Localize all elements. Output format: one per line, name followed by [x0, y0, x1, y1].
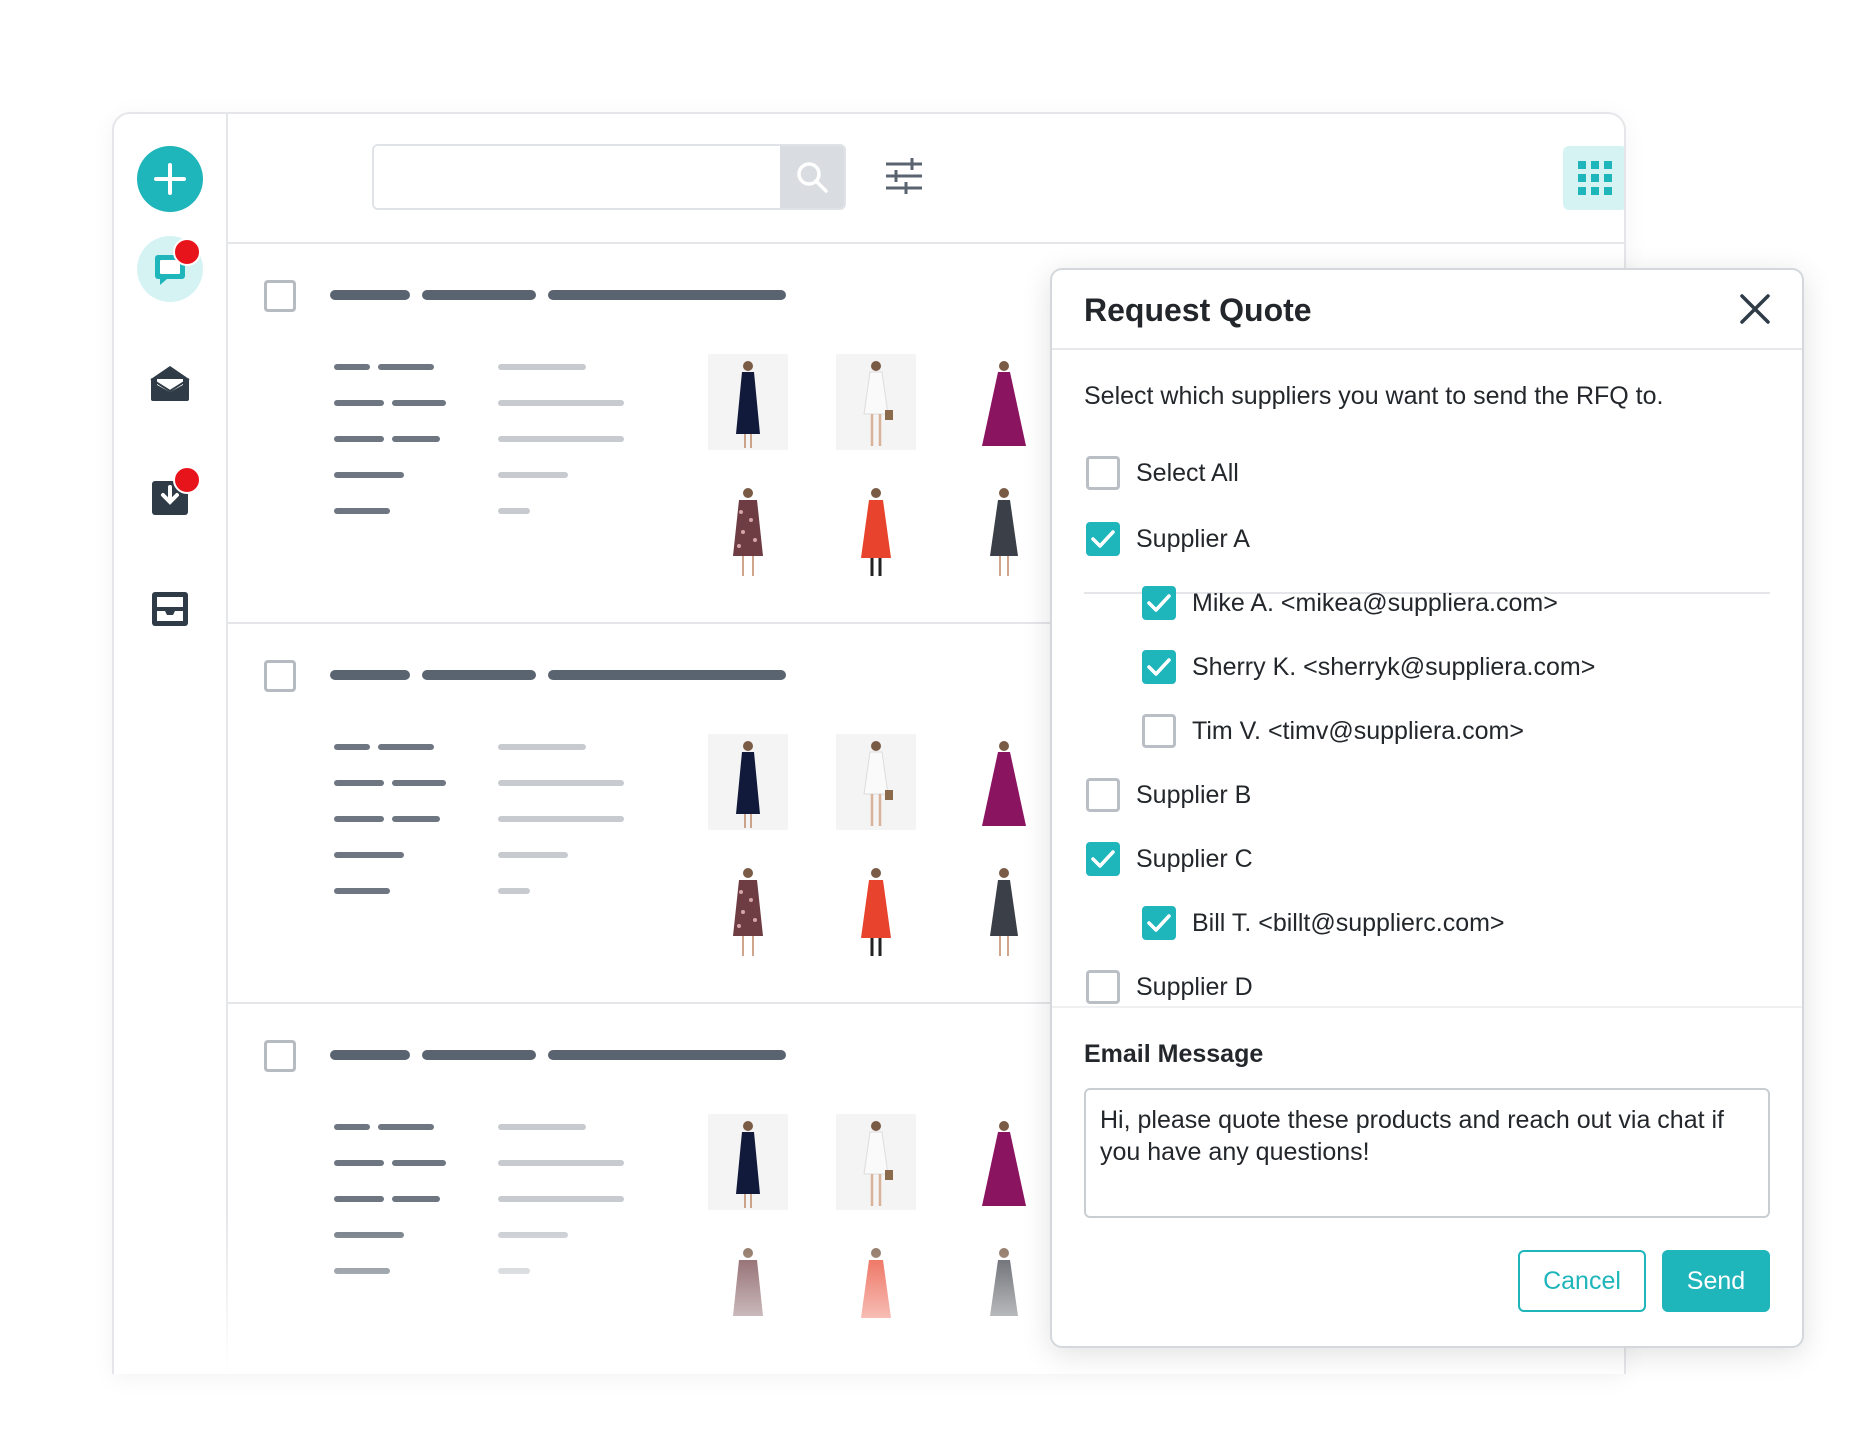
- product-image[interactable]: [708, 734, 788, 830]
- grid-view-icon: [1578, 161, 1612, 195]
- sliders-icon: [886, 158, 922, 194]
- request-quote-dialog: Request Quote Select which suppliers you…: [1050, 268, 1804, 1348]
- supplier-option[interactable]: Supplier B: [1086, 778, 1251, 812]
- contact-label: Mike A. <mikea@suppliera.com>: [1192, 588, 1558, 617]
- cancel-button[interactable]: Cancel: [1518, 1250, 1646, 1312]
- email-message-field[interactable]: Hi, please quote these products and reac…: [1084, 1088, 1770, 1218]
- product-image[interactable]: [836, 1114, 916, 1210]
- checkmark-icon: [1147, 594, 1171, 612]
- product-image[interactable]: [836, 734, 916, 830]
- search-input[interactable]: [374, 146, 774, 208]
- product-image[interactable]: [836, 482, 916, 578]
- contact-checkbox[interactable]: [1142, 714, 1176, 748]
- supplier-checkbox[interactable]: [1086, 522, 1120, 556]
- contact-checkbox[interactable]: [1142, 586, 1176, 620]
- contact-option[interactable]: Sherry K. <sherryk@suppliera.com>: [1142, 650, 1595, 684]
- add-button[interactable]: [137, 146, 203, 212]
- notification-badge: [173, 238, 201, 266]
- contact-label: Tim V. <timv@suppliera.com>: [1192, 716, 1524, 745]
- product-image[interactable]: [964, 354, 1044, 450]
- search-button[interactable]: [780, 146, 844, 208]
- contact-checkbox[interactable]: [1142, 650, 1176, 684]
- contact-label: Sherry K. <sherryk@suppliera.com>: [1192, 652, 1596, 681]
- product-image[interactable]: [964, 862, 1044, 958]
- search-box: [372, 144, 846, 210]
- checkmark-icon: [1091, 530, 1115, 548]
- supplier-list: Select which suppliers you want to send …: [1052, 350, 1802, 1008]
- dialog-intro: Select which suppliers you want to send …: [1084, 382, 1664, 410]
- checkmark-icon: [1147, 658, 1171, 676]
- supplier-checkbox[interactable]: [1086, 778, 1120, 812]
- close-icon: [1740, 294, 1770, 324]
- row-checkbox[interactable]: [264, 660, 296, 692]
- grid-view-button[interactable]: [1563, 146, 1624, 210]
- inbox-icon: [152, 592, 188, 626]
- product-image[interactable]: [836, 862, 916, 958]
- supplier-checkbox[interactable]: [1086, 842, 1120, 876]
- select-all-label: Select All: [1136, 458, 1239, 487]
- row-checkbox[interactable]: [264, 1040, 296, 1072]
- email-message-label: Email Message: [1084, 1040, 1264, 1068]
- dialog-title: Request Quote: [1084, 292, 1312, 328]
- checkmark-icon: [1091, 850, 1115, 868]
- contact-option[interactable]: Tim V. <timv@suppliera.com>: [1142, 714, 1524, 748]
- checkmark-icon: [1147, 914, 1171, 932]
- search-icon: [797, 162, 828, 193]
- supplier-label: Supplier D: [1136, 972, 1253, 1001]
- supplier-label: Supplier C: [1136, 844, 1253, 873]
- product-image[interactable]: [708, 482, 788, 578]
- sidebar-item-inbox[interactable]: [137, 576, 203, 642]
- row-checkbox[interactable]: [264, 280, 296, 312]
- supplier-option[interactable]: Supplier D: [1086, 970, 1253, 1004]
- dialog-header: Request Quote: [1052, 270, 1802, 350]
- supplier-label: Supplier B: [1136, 780, 1252, 809]
- product-image[interactable]: [836, 354, 916, 450]
- supplier-option[interactable]: Supplier C: [1086, 842, 1253, 876]
- product-image[interactable]: [964, 482, 1044, 578]
- contact-option[interactable]: Bill T. <billt@supplierc.com>: [1142, 906, 1505, 940]
- product-image[interactable]: [708, 354, 788, 450]
- sidebar-item-chat[interactable]: [137, 236, 203, 302]
- supplier-label: Supplier A: [1136, 524, 1250, 553]
- product-image[interactable]: [964, 734, 1044, 830]
- send-button[interactable]: Send: [1662, 1250, 1770, 1312]
- contact-checkbox[interactable]: [1142, 906, 1176, 940]
- envelope-open-icon: [150, 366, 190, 401]
- notification-badge: [173, 466, 201, 494]
- plus-icon: [154, 163, 186, 195]
- sidebar-item-downloads[interactable]: [137, 464, 203, 530]
- contact-label: Bill T. <billt@supplierc.com>: [1192, 908, 1505, 937]
- supplier-option[interactable]: Supplier A: [1086, 522, 1250, 556]
- product-image[interactable]: [708, 862, 788, 958]
- contact-option[interactable]: Mike A. <mikea@suppliera.com>: [1142, 586, 1558, 620]
- toolbar: [228, 114, 1624, 244]
- select-all-option[interactable]: Select All: [1086, 456, 1239, 490]
- product-image[interactable]: [708, 1114, 788, 1210]
- select-all-checkbox[interactable]: [1086, 456, 1120, 490]
- supplier-checkbox[interactable]: [1086, 970, 1120, 1004]
- sidebar-item-mail[interactable]: [137, 350, 203, 416]
- product-image[interactable]: [964, 1114, 1044, 1210]
- sidebar: [114, 114, 228, 1374]
- filter-button[interactable]: [884, 156, 924, 201]
- close-button[interactable]: [1738, 292, 1772, 326]
